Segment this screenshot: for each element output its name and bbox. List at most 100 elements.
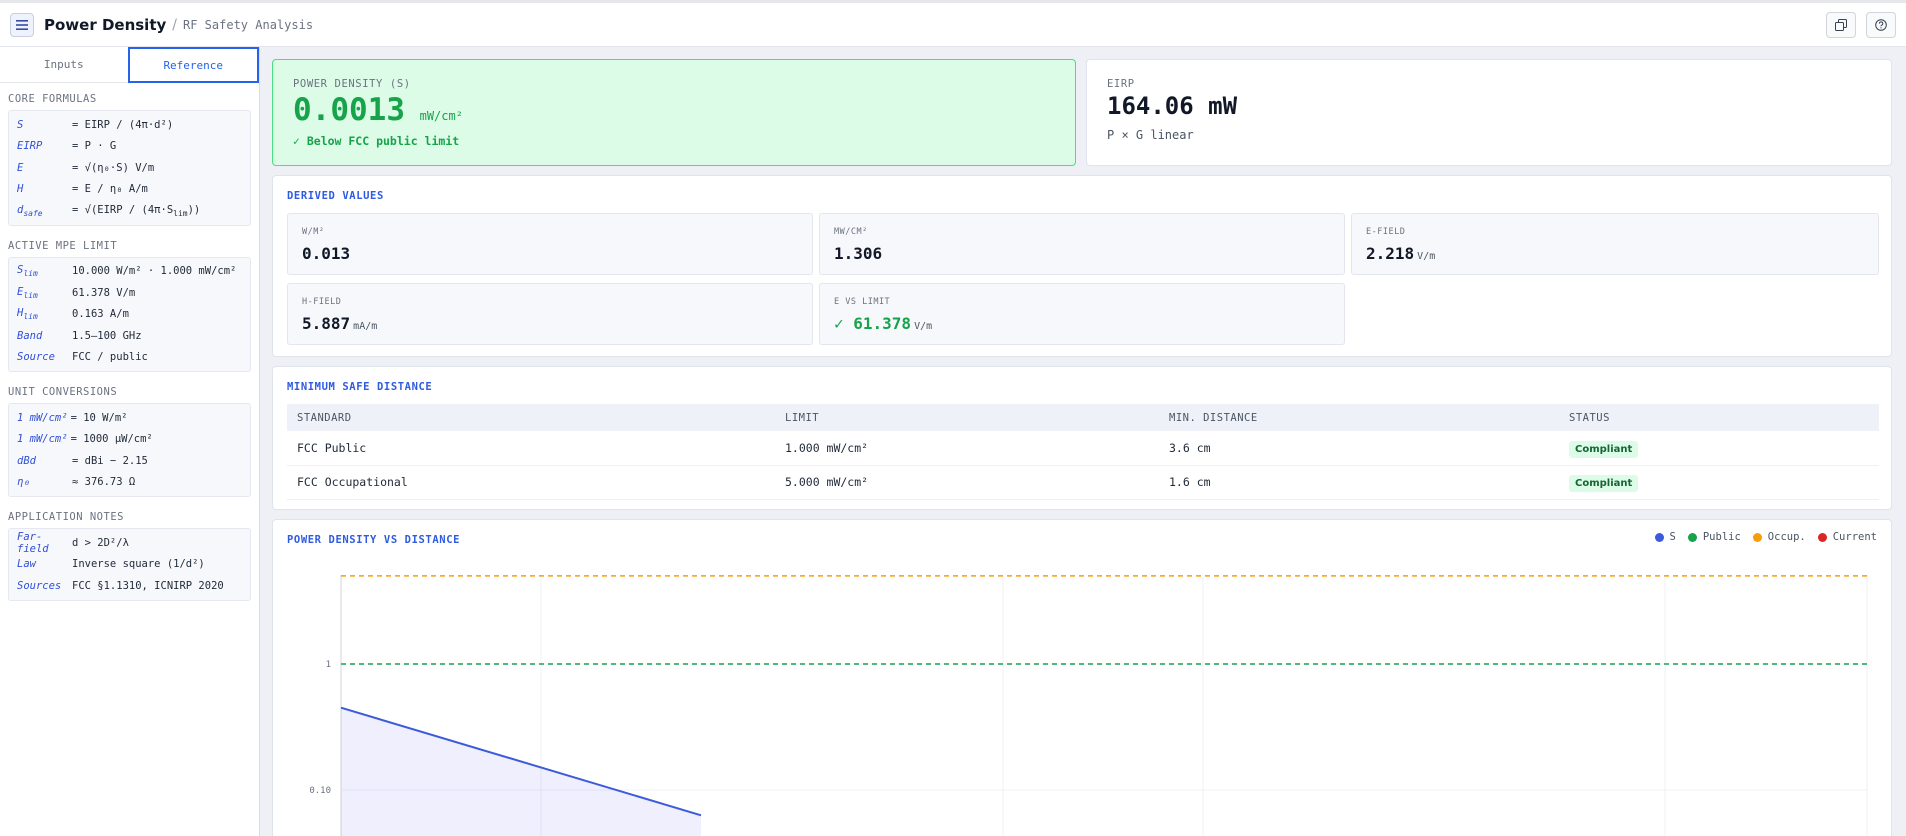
formula-value-main: = √(EIRP / (4π·S — [72, 203, 174, 216]
formula-row: S = EIRP / (4π·d²) — [17, 114, 242, 136]
derived-tile: MW/CM² 1.306 — [819, 213, 1345, 275]
app-header: Power Density / RF Safety Analysis — [0, 0, 1906, 47]
help-button[interactable] — [1866, 11, 1896, 38]
status-cell: Compliant — [1559, 465, 1879, 500]
page-subtitle: RF Safety Analysis — [183, 17, 314, 32]
eirp-note: P × G linear — [1107, 128, 1194, 142]
derived-value: 0.013 — [302, 244, 351, 263]
formula-key-sub: safe — [23, 208, 43, 218]
min-distance-table: STANDARD LIMIT MIN. DISTANCE STATUS FCC … — [287, 404, 1879, 500]
copy-button[interactable] — [1826, 11, 1856, 38]
limit-key: Source — [17, 351, 55, 364]
derived-value: 1.306 — [834, 244, 883, 263]
limit-row: Elim 61.378 V/m — [17, 282, 242, 304]
conversion-row: dBd = dBi − 2.15 — [17, 450, 242, 472]
conversion-value: = dBi − 2.15 — [72, 454, 148, 467]
table-header: STANDARD — [287, 404, 775, 431]
table-row: FCC Occupational 5.000 mW/cm² 1.6 cm Com… — [287, 465, 1879, 500]
power-density-chart: 10.10 — [309, 575, 1868, 836]
distance-cell: 1.6 cm — [1159, 465, 1559, 500]
distance-cell: 3.6 cm — [1159, 431, 1559, 466]
power-density-card: POWER DENSITY (S) 0.0013 mW/cm² ✓ Below … — [272, 59, 1076, 166]
formula-key: E — [17, 161, 24, 174]
conversions-title: UNIT CONVERSIONS — [8, 386, 118, 398]
limit-value: 61.378 V/m — [72, 286, 136, 299]
derived-label: MW/CM² — [834, 227, 868, 237]
eirp-card: EIRP 164.06 mW P × G linear — [1086, 59, 1892, 166]
min-distance-card: MINIMUM SAFE DISTANCE STANDARD LIMIT MIN… — [272, 366, 1892, 510]
derived-label: H-FIELD — [302, 297, 342, 307]
table-header-row: STANDARD LIMIT MIN. DISTANCE STATUS — [287, 404, 1879, 431]
notes-title: APPLICATION NOTES — [8, 511, 124, 523]
conversion-row: η₀ ≈ 376.73 Ω — [17, 472, 242, 494]
tab-inputs[interactable]: Inputs — [0, 47, 128, 82]
derived-value: 5.887 mA/m — [302, 314, 378, 333]
limit-key: Slim — [17, 264, 38, 279]
conversion-value: = 10 W/m² — [70, 411, 128, 424]
sidebar-tabs: Inputs Reference — [0, 47, 259, 83]
limit-row: Hlim 0.163 A/m — [17, 304, 242, 326]
derived-label: W/M² — [302, 227, 325, 237]
formula-value-end: )) — [187, 203, 201, 216]
formula-key: EIRP — [17, 140, 43, 153]
conversion-key: η₀ — [17, 476, 30, 489]
conversion-value: ≈ 376.73 Ω — [72, 476, 136, 489]
formula-value: = EIRP / (4π·d²) — [72, 118, 174, 131]
status-cell: Compliant — [1559, 431, 1879, 466]
limit-cell: 1.000 mW/cm² — [775, 431, 1159, 466]
power-density-value: 0.0013 — [293, 92, 405, 128]
power-density-unit: mW/cm² — [419, 109, 463, 123]
formula-key: H — [17, 183, 24, 196]
table-header: MIN. DISTANCE — [1159, 404, 1559, 431]
note-key: Far-field — [17, 530, 49, 555]
help-icon — [1875, 18, 1887, 31]
power-density-label: POWER DENSITY (S) — [293, 78, 411, 90]
formula-key: dsafe — [17, 204, 72, 218]
conversion-key: 1 mW/cm² — [17, 433, 68, 446]
formula-value: = √(η₀·S) V/m — [72, 161, 155, 174]
formula-row: EIRP = P · G — [17, 136, 242, 158]
mpe-limit-title: ACTIVE MPE LIMIT — [8, 239, 118, 252]
conversions-box: 1 mW/cm² = 10 W/m² 1 mW/cm² = 1000 µW/cm² … — [8, 403, 251, 497]
limit-cell: 5.000 mW/cm² — [775, 465, 1159, 500]
page-title: Power Density — [44, 15, 167, 34]
limit-key: Elim — [17, 285, 38, 300]
note-key: Sources — [17, 579, 62, 592]
derived-tile: W/M² 0.013 — [287, 213, 813, 275]
eirp-label: EIRP — [1107, 78, 1135, 90]
conversion-key: 1 mW/cm² — [17, 411, 68, 424]
note-key: Law — [17, 558, 36, 571]
derived-tile: E VS LIMIT ✓ 61.378 V/m — [819, 283, 1345, 345]
limit-value: 1.5–100 GHz — [72, 329, 142, 342]
note-row: Law Inverse square (1/d²) — [17, 554, 242, 576]
min-distance-table-wrap: STANDARD LIMIT MIN. DISTANCE STATUS FCC … — [287, 404, 1879, 500]
formula-value: = √(EIRP / (4π·Slim)) — [72, 204, 200, 218]
formula-value-sub: lim — [173, 208, 188, 218]
note-value: FCC §1.1310, ICNIRP 2020 — [72, 579, 224, 592]
limit-row: Source FCC / public — [17, 347, 242, 369]
table-header: STATUS — [1559, 404, 1879, 431]
conversion-value: = 1000 µW/cm² — [70, 433, 153, 446]
power-density-readout: 0.0013 mW/cm² — [293, 92, 463, 128]
mpe-limit-box: Slim 10.000 W/m² · 1.000 mW/cm² Elim 61.37… — [8, 256, 251, 372]
derived-value: ✓ 61.378 V/m — [834, 314, 933, 333]
note-value: d > 2D²/λ — [72, 536, 129, 549]
tab-reference[interactable]: Reference — [127, 47, 259, 83]
y-tick-label: 1 — [326, 660, 331, 670]
hamburger-icon — [16, 19, 28, 30]
menu-button[interactable] — [10, 12, 34, 37]
derived-value: 2.218 V/m — [1366, 244, 1436, 263]
limit-value: FCC / public — [72, 351, 148, 364]
notes-box: Far-field d > 2D²/λ Law Inverse square (1/… — [8, 528, 251, 601]
derived-values-card: DERIVED VALUES W/M² 0.013 MW/CM² 1.306 E… — [272, 175, 1892, 357]
status-badge: Compliant — [1569, 475, 1639, 492]
limit-key: Band — [17, 329, 43, 342]
chart-card: POWER DENSITY VS DISTANCE S Public Occup… — [272, 519, 1892, 836]
table-header: LIMIT — [775, 404, 1159, 431]
formula-key: S — [17, 118, 24, 131]
min-distance-title: MINIMUM SAFE DISTANCE — [287, 381, 433, 393]
note-row: Sources FCC §1.1310, ICNIRP 2020 — [17, 575, 242, 597]
limit-value: 10.000 W/m² · 1.000 mW/cm² — [72, 265, 237, 278]
y-tick-label: 0.10 — [309, 786, 331, 796]
formula-value: = E / η₀ A/m — [72, 183, 148, 196]
